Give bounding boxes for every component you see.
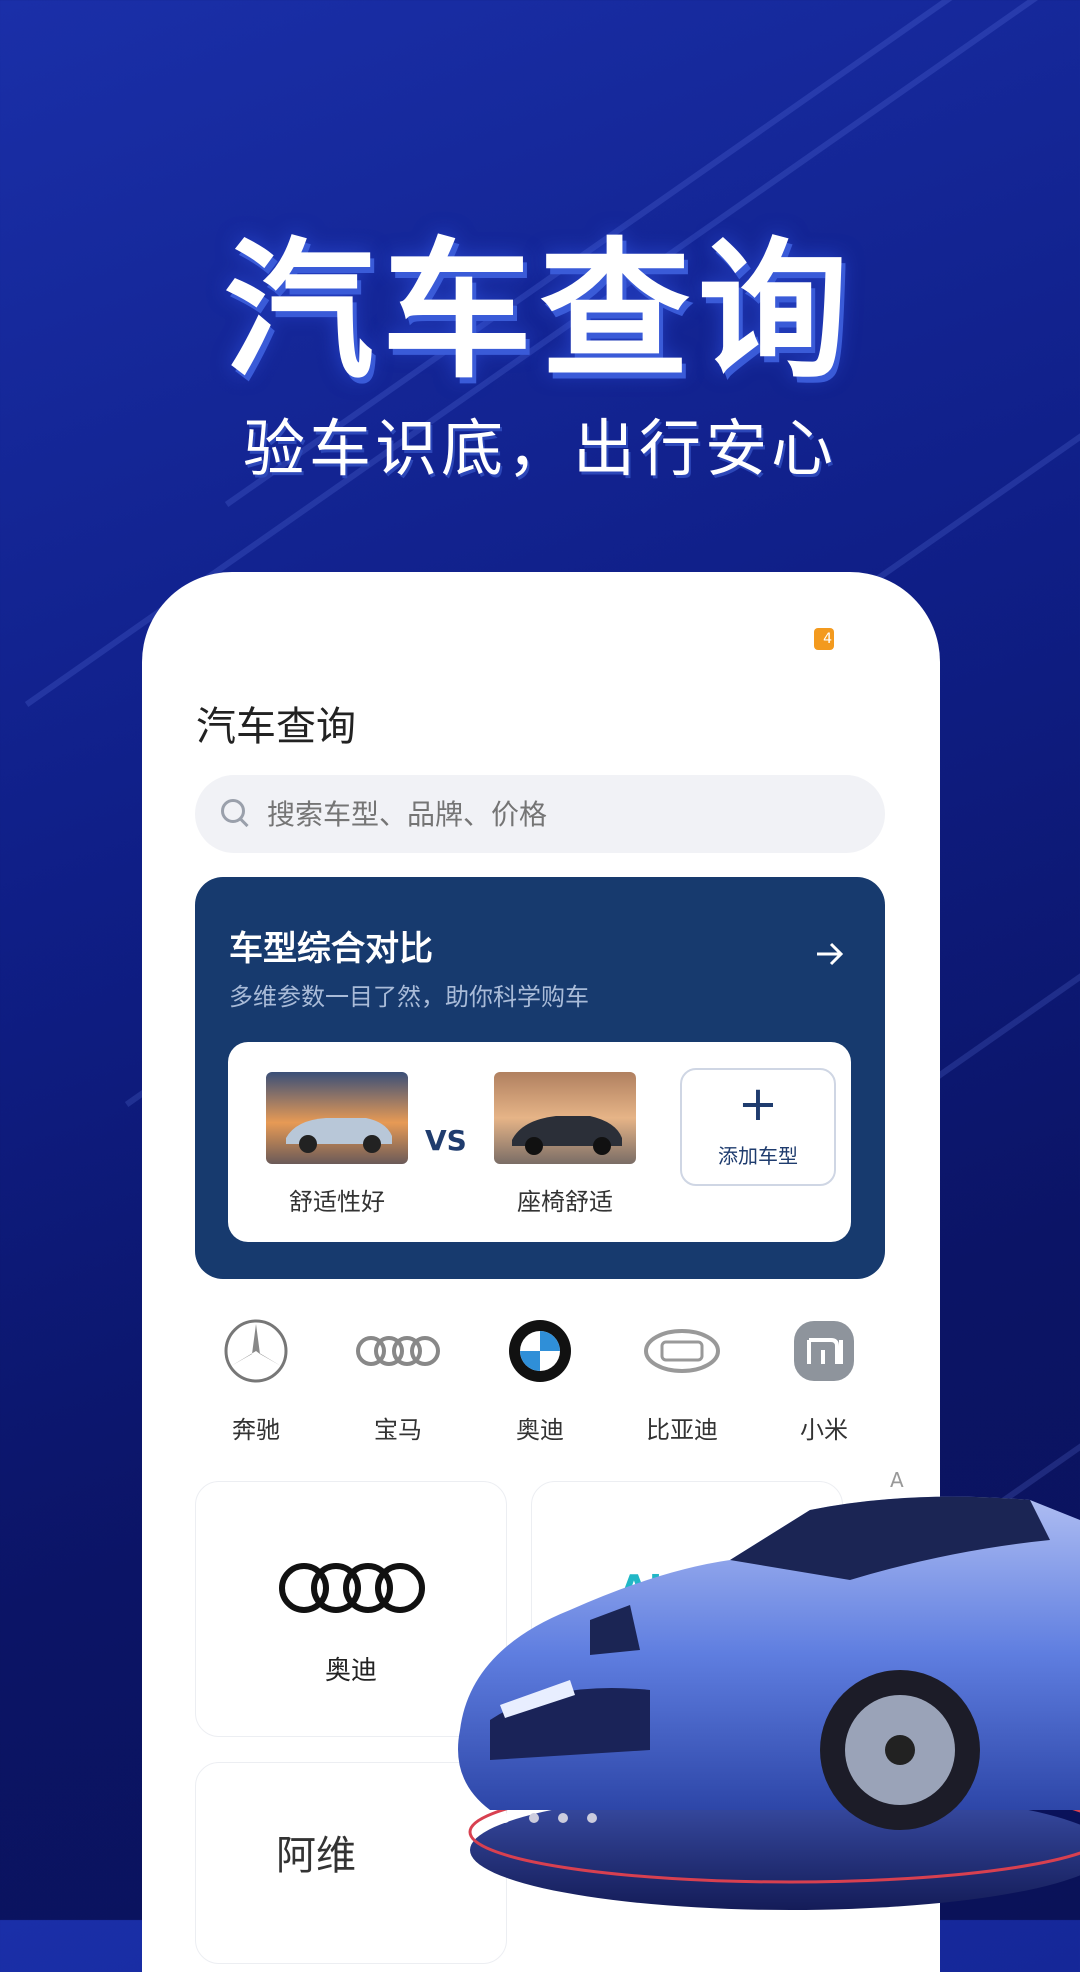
arrow-right-icon[interactable] [813, 937, 847, 971]
brand-item[interactable]: 宝马 [338, 1318, 458, 1445]
brand-name: 比亚迪 [646, 1416, 718, 1444]
car1-image[interactable] [266, 1072, 408, 1164]
avatr-logo-text: 阿维 [276, 1833, 356, 1879]
bmw-logo-icon [509, 1320, 571, 1382]
brand-name: 宝马 [374, 1416, 422, 1444]
compare-title: 车型综合对比 [229, 929, 433, 969]
carousel-dot[interactable] [500, 1813, 510, 1823]
byd-logo-icon [644, 1329, 720, 1373]
audi-rings-icon [356, 1336, 440, 1366]
carousel-dot[interactable] [558, 1813, 569, 1823]
search-bar[interactable] [195, 775, 885, 855]
page-title: 汽车查询 [196, 704, 356, 750]
brand-item[interactable]: 奥迪 [480, 1318, 600, 1445]
car2-label: 座椅舒适 [517, 1188, 613, 1216]
search-input[interactable] [265, 775, 829, 855]
brand-item[interactable]: 奔驰 [196, 1318, 316, 1445]
car1-label: 舒适性好 [289, 1188, 385, 1216]
xiaomi-logo-icon [794, 1321, 854, 1381]
brand-name: 奥迪 [516, 1416, 564, 1444]
notification-badge: 4 [814, 628, 834, 650]
search-icon [221, 799, 245, 823]
mercedes-logo-icon [224, 1319, 288, 1383]
compare-subtitle: 多维参数一目了然，助你科学购车 [229, 983, 589, 1011]
audi-rings-icon [279, 1563, 425, 1613]
plus-icon: + [737, 1076, 779, 1132]
compare-card[interactable]: 车型综合对比 多维参数一目了然，助你科学购车 舒适性好 VS 座椅舒适 + 添加… [195, 877, 885, 1279]
sports-car-image [458, 1496, 1080, 1910]
hero-title: 汽车查询 [223, 225, 856, 399]
carousel-dot[interactable] [529, 1813, 540, 1823]
brand-item[interactable]: 比亚迪 [622, 1318, 742, 1445]
add-car-label: 添加车型 [718, 1144, 798, 1168]
brand-item[interactable]: 小米 [764, 1318, 884, 1445]
add-car-button[interactable]: + 添加车型 [680, 1068, 836, 1186]
carousel-dots [500, 1808, 611, 1827]
carousel-dot[interactable] [587, 1813, 598, 1823]
hero-subtitle: 验车识底，出行安心 [242, 412, 837, 485]
vs-label: VS [425, 1124, 467, 1157]
brand-name: 奔驰 [232, 1416, 280, 1444]
car2-image[interactable] [494, 1072, 636, 1164]
compare-panel: 舒适性好 VS 座椅舒适 + 添加车型 [228, 1042, 851, 1242]
brand-name: 小米 [800, 1416, 848, 1444]
